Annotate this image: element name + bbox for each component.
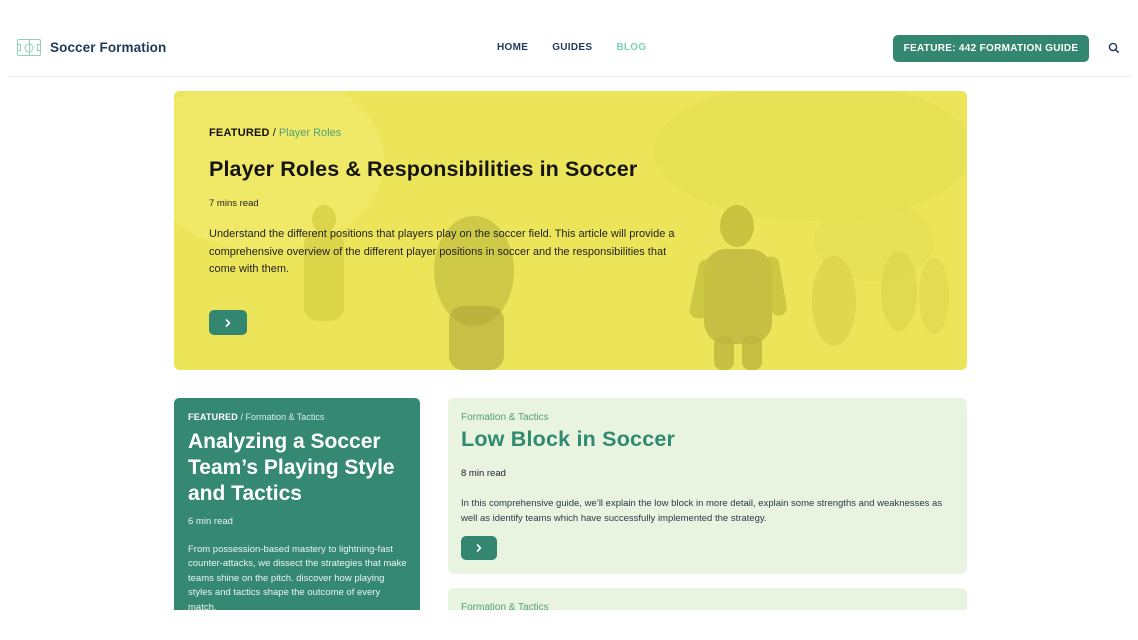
card-description: In this comprehensive guide, we’ll expla… [461, 498, 943, 524]
hero-read-time: 7 mins read [209, 198, 259, 209]
nav-home[interactable]: HOME [497, 42, 528, 53]
card-read-more-button[interactable] [461, 536, 497, 560]
hero-title[interactable]: Player Roles & Responsibilities in Socce… [209, 157, 709, 182]
site-logo[interactable]: Soccer Formation [17, 39, 166, 56]
search-icon[interactable] [1106, 40, 1122, 56]
card-description: From possession-based mastery to lightni… [188, 544, 407, 610]
card-category-link[interactable]: Formation & Tactics [461, 412, 549, 423]
hero-separator: / [269, 127, 279, 139]
card-read-time: 8 min read [461, 468, 506, 479]
soccer-field-icon [17, 39, 41, 56]
featured-article-card[interactable]: FEATURED / Formation & Tactics Analyzing… [174, 398, 420, 610]
chevron-right-icon [225, 318, 231, 327]
hero-content: FEATURED / Player Roles Player Roles & R… [209, 127, 709, 279]
hero-featured-label: FEATURED [209, 127, 270, 139]
site-header: Soccer Formation HOME GUIDES BLOG FEATUR… [8, 0, 1132, 77]
hero-category-link[interactable]: Player Roles [279, 127, 341, 139]
card-category-link[interactable]: Formation & Tactics [245, 412, 324, 422]
chevron-right-icon [476, 544, 482, 552]
site-logo-text: Soccer Formation [50, 40, 167, 55]
hero-breadcrumb: FEATURED / Player Roles [209, 127, 709, 139]
card-breadcrumb: FEATURED / Formation & Tactics [188, 412, 324, 422]
card-featured-label: FEATURED [188, 412, 238, 422]
card-title[interactable]: Low Block in Soccer [461, 427, 675, 452]
card-title[interactable]: Analyzing a Soccer Team’s Playing Style … [188, 429, 413, 507]
hero-description: Understand the different positions that … [209, 228, 675, 275]
card-category-link[interactable]: Formation & Tactics [461, 602, 549, 610]
main-nav: HOME GUIDES BLOG [497, 42, 646, 53]
card-read-time: 6 min read [188, 516, 233, 527]
nav-guides[interactable]: GUIDES [552, 42, 592, 53]
article-card-low-block[interactable]: Formation & Tactics Low Block in Soccer … [448, 398, 967, 574]
feature-formation-guide-button[interactable]: FEATURE: 442 FORMATION GUIDE [893, 35, 1089, 62]
article-card-partial[interactable]: Formation & Tactics [448, 588, 967, 610]
nav-blog[interactable]: BLOG [616, 42, 646, 53]
featured-hero-card[interactable]: FEATURED / Player Roles Player Roles & R… [174, 91, 967, 370]
hero-read-more-button[interactable] [209, 310, 247, 335]
